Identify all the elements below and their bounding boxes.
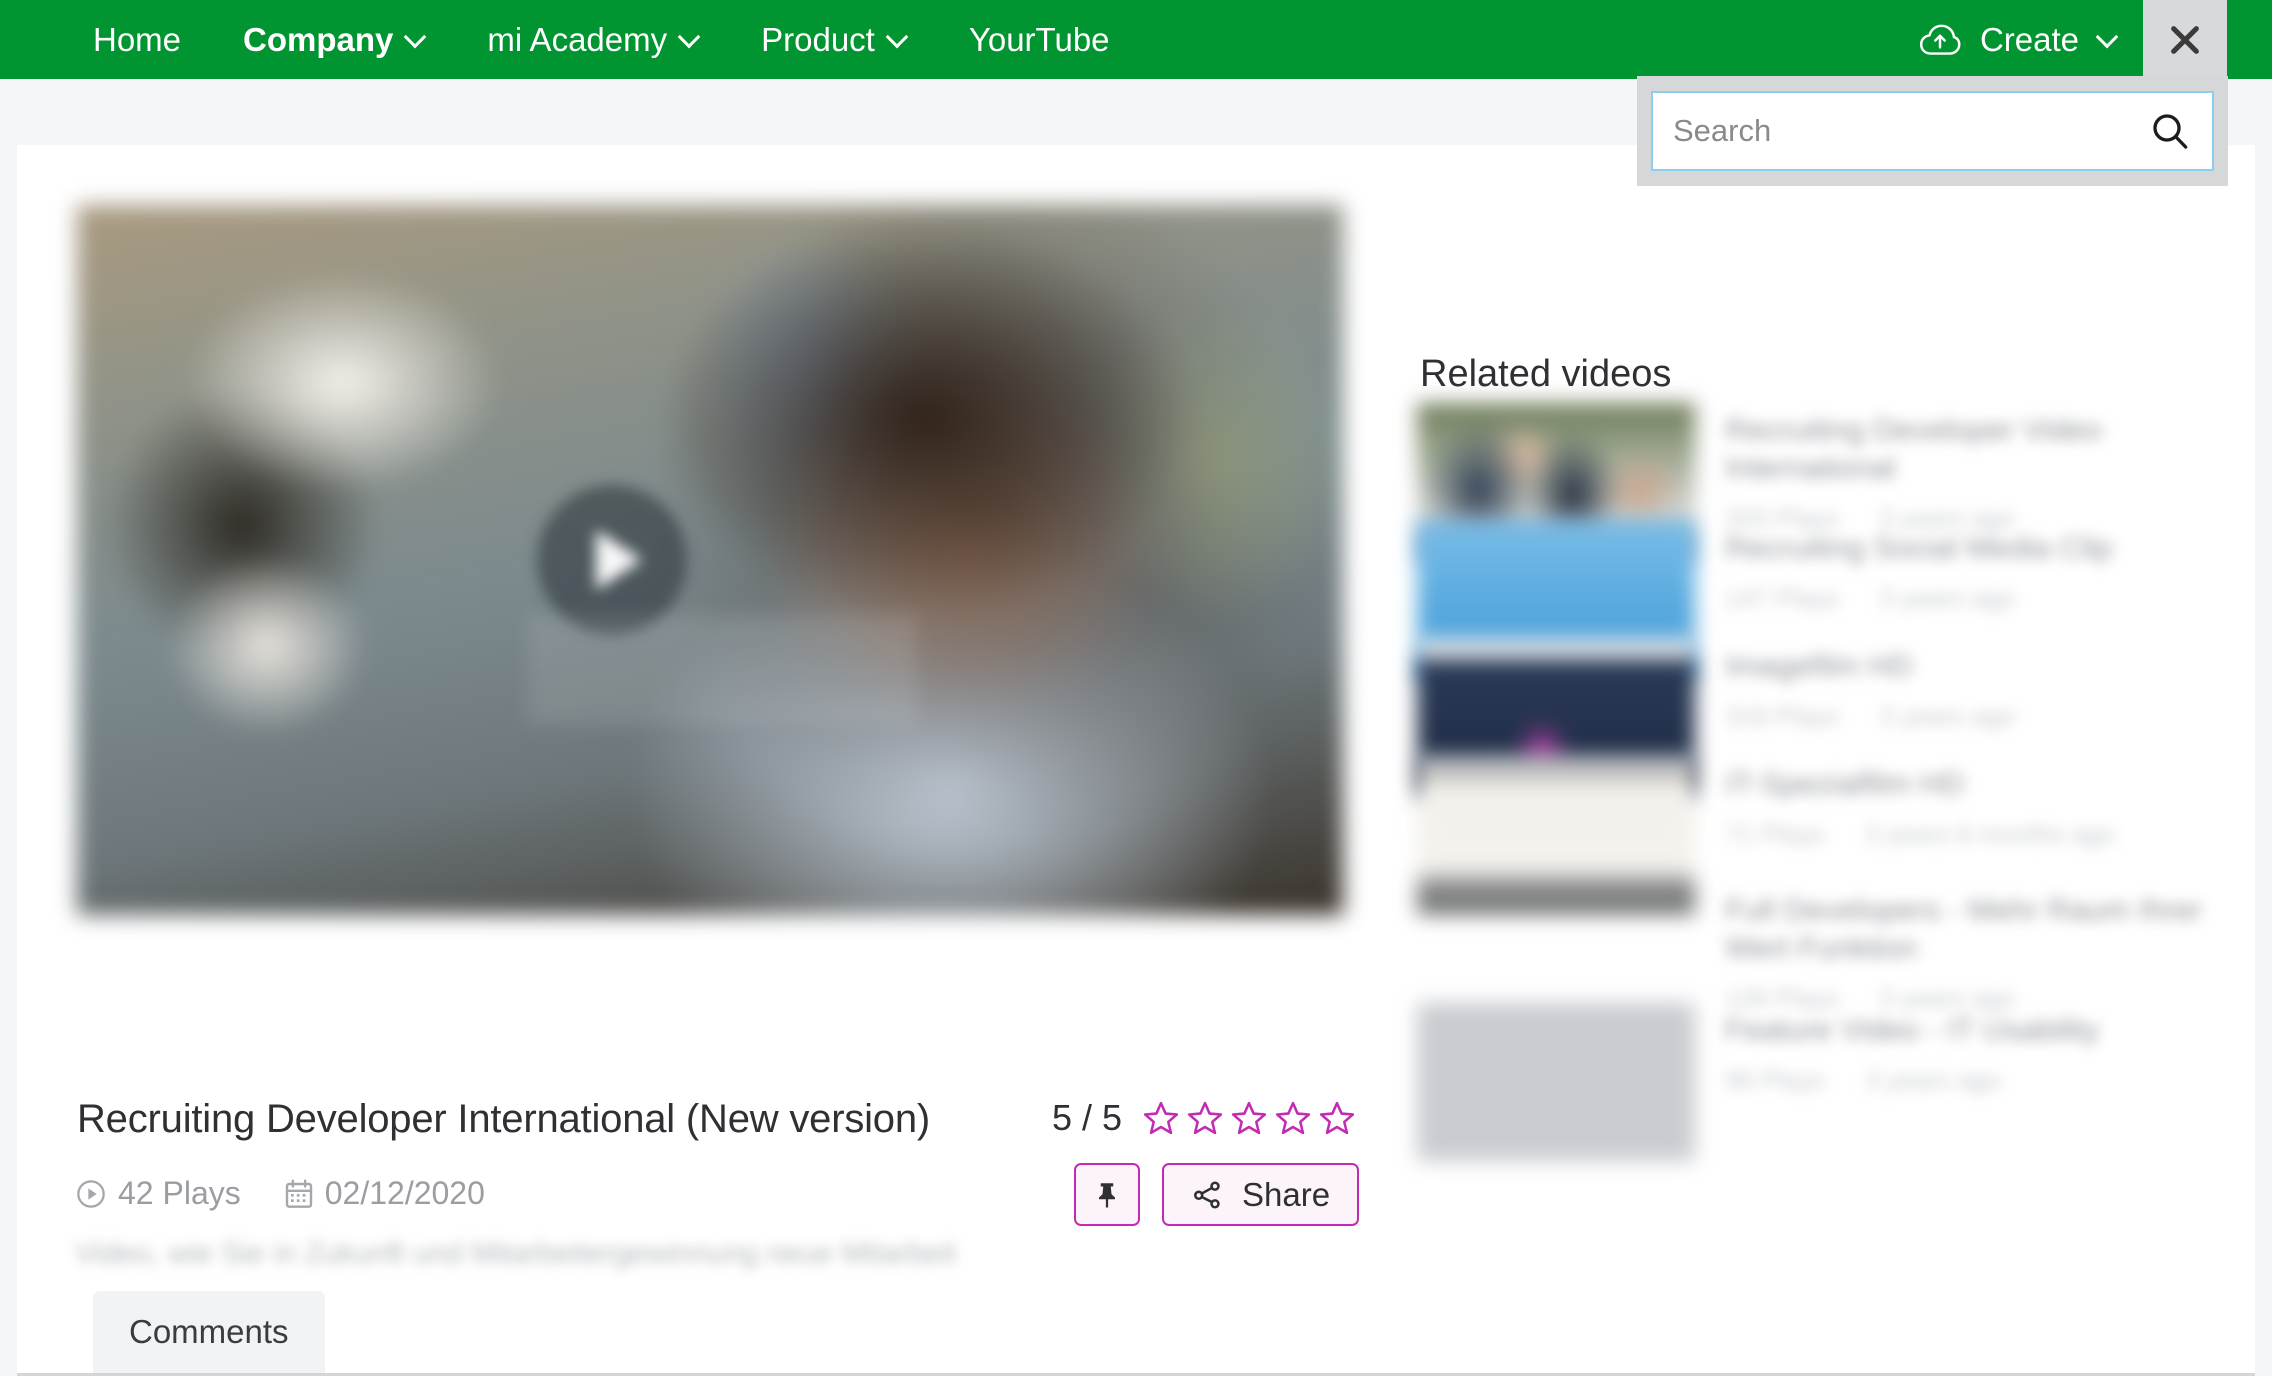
nav-right-group: Create — [1899, 0, 2272, 79]
plays-group: 42 Plays — [75, 1175, 241, 1212]
share-button-label: Share — [1242, 1175, 1331, 1213]
related-video-title: IT-Spezialfilm HD — [1725, 766, 1965, 801]
related-video-plays: 96 Plays — [1725, 1064, 1825, 1095]
nav-item-product[interactable]: Product — [730, 23, 938, 56]
upload-date: 02/12/2020 — [324, 1175, 485, 1211]
rating-value: 5 / 5 — [1052, 1097, 1123, 1138]
related-video-thumbnail[interactable] — [1417, 1003, 1695, 1161]
related-video-plays: 71 Plays — [1725, 818, 1825, 849]
video-player[interactable] — [77, 205, 1343, 915]
close-icon — [2171, 25, 2199, 54]
related-video-plays: 318 Plays — [1725, 700, 1840, 731]
star-icon[interactable] — [1318, 1099, 1356, 1137]
star-icon[interactable] — [1274, 1099, 1312, 1137]
share-icon — [1194, 1180, 1220, 1209]
star-icon[interactable] — [1142, 1099, 1180, 1137]
nav-item-company[interactable]: Company — [212, 23, 456, 56]
nav-item-label: YourTube — [968, 21, 1110, 58]
search-icon[interactable] — [2150, 111, 2190, 151]
related-video-text: Feature Video - IT Usability 96 Plays 3 ye… — [1725, 1003, 2217, 1161]
chevron-down-icon — [888, 27, 907, 46]
search-box[interactable] — [1651, 91, 2214, 171]
star-icon[interactable] — [1230, 1099, 1268, 1137]
related-video-meta: 71 Plays 3 years 6 months ago — [1725, 819, 2217, 850]
cloud-upload-icon — [1919, 24, 1961, 55]
search-input[interactable] — [1671, 112, 2150, 150]
related-video-title: Recruiting Social Media Clip — [1725, 530, 2113, 565]
rating-row: 5 / 5 — [1052, 1097, 1356, 1139]
related-video-title: Full Developers - Mehr Raum Ihrer Wert F… — [1725, 892, 2203, 965]
related-videos-heading: Related videos — [1420, 353, 1672, 395]
pin-button[interactable] — [1074, 1163, 1140, 1226]
nav-item-label: mi Academy — [487, 21, 668, 58]
calendar-icon — [285, 1178, 312, 1208]
close-button[interactable] — [2143, 0, 2227, 79]
date-group: 02/12/2020 — [284, 1175, 485, 1212]
tab-comments[interactable]: Comments — [93, 1291, 325, 1373]
chevron-down-icon — [680, 27, 699, 46]
top-navigation-bar: Home Company mi Academy Product YourTube… — [0, 0, 2272, 79]
video-title: Recruiting Developer International (New … — [77, 1097, 931, 1141]
search-panel — [1637, 76, 2228, 186]
related-video-meta: 318 Plays 3 years ago — [1725, 701, 2217, 732]
related-video-age: 3 years ago — [1864, 1064, 2001, 1095]
nav-item-label: Product — [761, 21, 875, 58]
share-button[interactable]: Share — [1162, 1163, 1360, 1226]
related-video-title: Imagefilm HD — [1725, 648, 1913, 683]
nav-item-yourtube[interactable]: YourTube — [938, 23, 1141, 56]
plays-count: 42 Plays — [118, 1175, 241, 1211]
nav-item-label: Company — [243, 21, 394, 58]
related-video-title: Recruiting Developer Video International — [1725, 412, 2102, 485]
video-description: Video, wie Sie in Zukunft und Mitarbeite… — [75, 1237, 955, 1270]
star-icon[interactable] — [1186, 1099, 1224, 1137]
tab-comments-label: Comments — [129, 1313, 289, 1350]
related-video-title: Feature Video - IT Usability — [1725, 1012, 2100, 1047]
content-card: Recruiting Developer International (New … — [17, 145, 2255, 1376]
video-meta: 42 Plays 02/12/2020 — [75, 1175, 485, 1212]
nav-links: Home Company mi Academy Product YourTube — [62, 23, 1141, 56]
create-button-label: Create — [1979, 20, 2079, 58]
video-frame — [77, 205, 1343, 915]
related-video-plays: 147 Plays — [1725, 582, 1840, 613]
nav-item-home[interactable]: Home — [62, 23, 212, 56]
nav-item-mi-academy[interactable]: mi Academy — [456, 23, 730, 56]
related-video-item[interactable]: Feature Video - IT Usability 96 Plays 3 ye… — [1417, 1003, 2217, 1161]
create-button[interactable]: Create — [1899, 0, 2143, 79]
related-video-meta: 147 Plays 3 years ago — [1725, 583, 2217, 614]
chevron-down-icon — [406, 27, 425, 46]
related-video-age: 3 years ago — [1879, 700, 2016, 731]
play-circle-icon — [77, 1179, 105, 1208]
related-video-age: 3 years 6 months ago — [1864, 818, 2115, 849]
related-video-age: 3 years ago — [1879, 582, 2016, 613]
related-video-meta: 96 Plays 3 years ago — [1725, 1065, 2217, 1096]
action-row: Share — [1074, 1163, 1360, 1226]
pin-icon — [1099, 1182, 1115, 1207]
chevron-down-icon — [2098, 27, 2117, 46]
nav-item-label: Home — [93, 21, 182, 58]
star-rating[interactable] — [1142, 1099, 1356, 1137]
